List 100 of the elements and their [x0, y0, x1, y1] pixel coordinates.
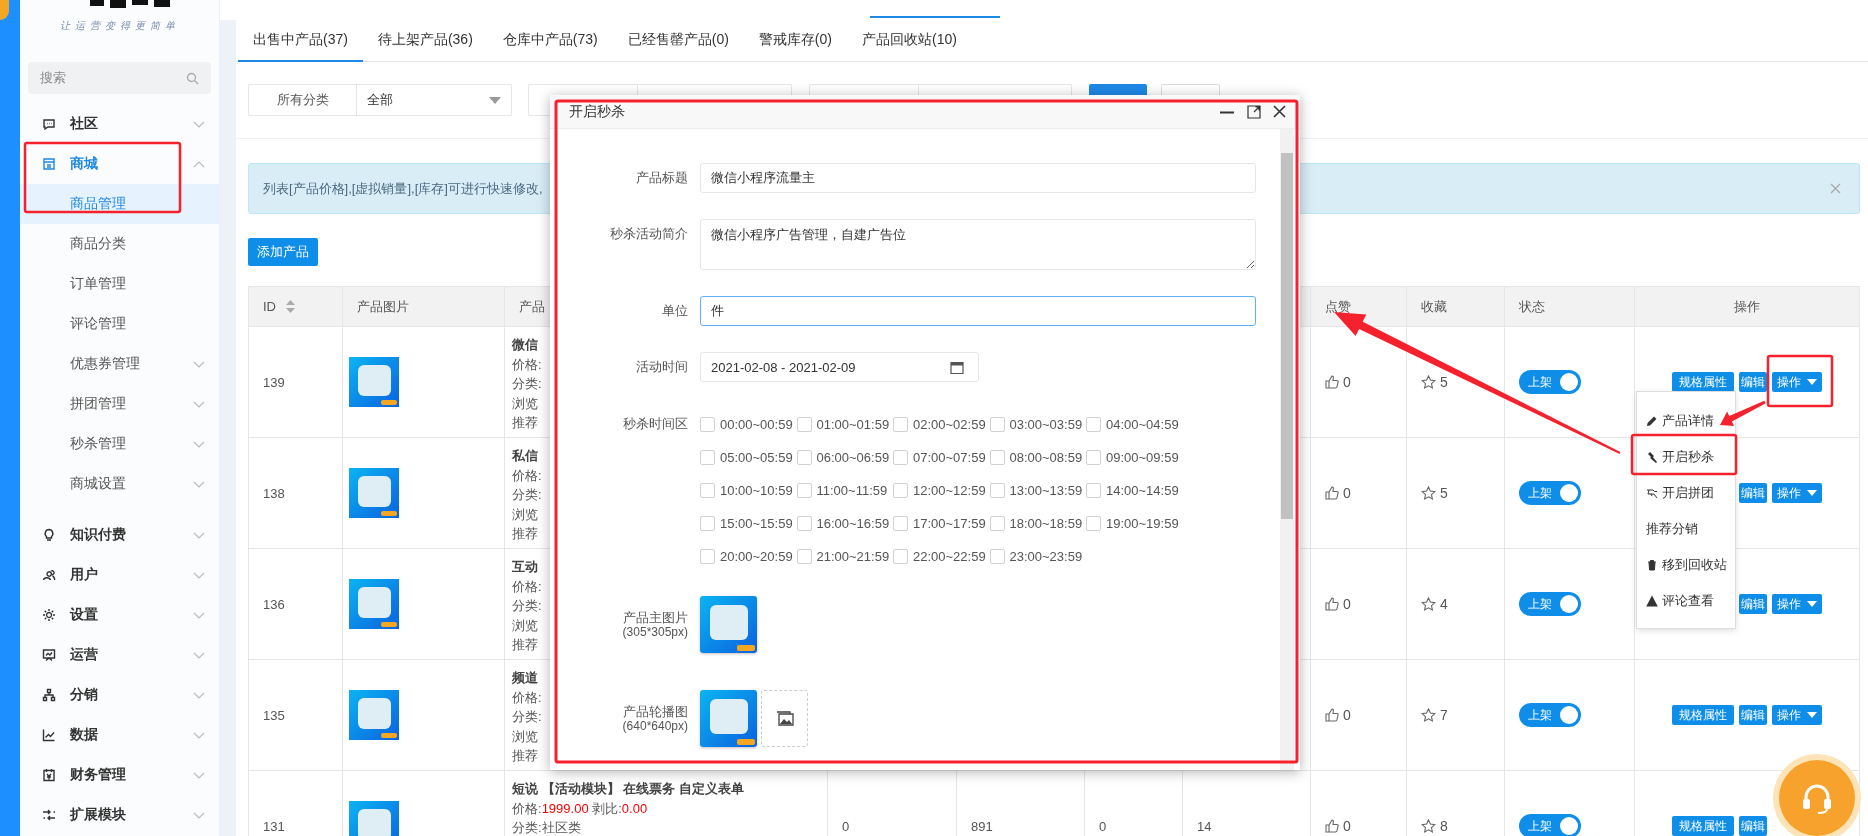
menu-item[interactable]: 社区 [20, 104, 219, 144]
menu-item[interactable]: 用户 [20, 555, 219, 595]
submenu-item[interactable]: 商品分类 [20, 224, 219, 264]
product-image [349, 579, 399, 629]
menu-item[interactable]: 评论查看 [1637, 583, 1735, 619]
star-icon[interactable] [1421, 485, 1436, 501]
thumbs-up-icon[interactable] [1325, 486, 1339, 500]
checkbox[interactable] [1086, 515, 1101, 531]
checkbox[interactable] [1086, 482, 1101, 498]
checkbox[interactable] [700, 548, 715, 564]
add-image-button[interactable] [761, 690, 808, 747]
checkbox[interactable] [1086, 449, 1101, 465]
submenu-item[interactable]: 商城设置 [20, 464, 219, 504]
checkbox[interactable] [989, 416, 1005, 432]
menu-item[interactable]: 推荐分销 [1637, 511, 1735, 547]
checkbox-label: 09:00~09:59 [1106, 449, 1179, 465]
menu-item[interactable]: 移到回收站 [1637, 547, 1735, 583]
checkbox[interactable] [989, 548, 1005, 564]
tab[interactable]: 待上架产品(36) [362, 20, 488, 62]
price-line: 价格:1999.00 剥比:0.00 [512, 799, 648, 818]
checkbox-label: 05:00~05:59 [720, 449, 793, 465]
field-label: 秒杀活动简介 [610, 225, 688, 243]
star-icon[interactable] [1421, 818, 1436, 834]
tab[interactable]: 仓库中产品(73) [487, 20, 613, 62]
product-info: 推荐 [512, 747, 538, 765]
favorite-count: 8 [1440, 818, 1448, 834]
column-header: ID [263, 299, 276, 314]
star-icon[interactable] [1421, 707, 1436, 723]
checkbox[interactable] [893, 449, 908, 465]
tab[interactable]: 警戒库存(0) [743, 20, 847, 62]
product-info: 浏览 [512, 394, 538, 413]
checkbox[interactable] [893, 416, 908, 432]
favorite-count: 5 [1440, 485, 1448, 501]
star-icon[interactable] [1421, 596, 1436, 612]
date-field[interactable]: 2021-02-08 - 2021-02-09 [700, 352, 979, 382]
checkbox[interactable] [893, 548, 908, 564]
category-select[interactable]: 全部 [357, 85, 511, 115]
thumbs-up-icon[interactable] [1325, 375, 1339, 389]
menu-item[interactable]: 产品详情 [1637, 403, 1735, 439]
table-cell: 891 [957, 771, 1085, 836]
menu-item[interactable]: 设置 [20, 595, 219, 635]
checkbox[interactable] [893, 482, 908, 498]
checkbox-label: 14:00~14:59 [1106, 482, 1179, 498]
menu-item[interactable]: 开启拼团 [1637, 475, 1735, 511]
thumbs-up-icon[interactable] [1325, 597, 1339, 611]
checkbox[interactable] [989, 515, 1005, 531]
text-field[interactable]: 件 [700, 296, 1256, 326]
thumbs-up-icon[interactable] [1325, 708, 1339, 722]
tab[interactable]: 已经售罄产品(0) [612, 20, 744, 62]
product-info: 分类: [512, 597, 542, 615]
checkbox[interactable] [700, 515, 715, 531]
checkbox[interactable] [989, 482, 1005, 498]
menu-item[interactable]: 开启秒杀 [1637, 439, 1735, 475]
menu-item[interactable]: 分销 [20, 675, 219, 715]
text-field[interactable]: 微信小程序流量主 [700, 163, 1256, 193]
like-count: 0 [1343, 818, 1351, 834]
menu-item[interactable]: 知识付费 [20, 515, 219, 555]
sort-icon[interactable] [286, 300, 295, 313]
table-cell: 0 [828, 771, 957, 836]
checkbox[interactable] [700, 482, 715, 498]
submenu-item[interactable]: 拼团管理 [20, 384, 219, 424]
checkbox[interactable] [989, 449, 1005, 465]
caret-icon [1807, 601, 1817, 607]
submenu-item[interactable]: 评论管理 [20, 304, 219, 344]
menu-item[interactable]: 扩展模块 [20, 795, 219, 835]
alert-text: 列表[产品价格],[虚拟销量],[库存]可进行快速修改, [263, 179, 543, 198]
checkbox[interactable] [796, 416, 812, 432]
maximize-icon[interactable] [1247, 104, 1261, 119]
settings-icon [42, 608, 56, 622]
field-label: 秒杀时间区 [623, 415, 688, 433]
submenu-item[interactable]: 秒杀管理 [20, 424, 219, 464]
menu-item[interactable]: 财务管理 [20, 755, 219, 795]
scrollbar[interactable] [1280, 129, 1294, 770]
checkbox[interactable] [700, 449, 715, 465]
menu-item[interactable]: 商城 [20, 144, 219, 184]
menu-item[interactable]: 数据 [20, 715, 219, 755]
menu-item[interactable]: 运营 [20, 635, 219, 675]
thumbs-up-icon[interactable] [1325, 819, 1339, 833]
column-header: 收藏 [1421, 297, 1447, 316]
checkbox[interactable] [893, 515, 908, 531]
product-info: 浏览 [512, 616, 538, 635]
submenu-item[interactable]: 优惠券管理 [20, 344, 219, 384]
checkbox-label: 17:00~17:59 [913, 515, 986, 531]
checkbox[interactable] [796, 449, 812, 465]
close-icon[interactable] [1273, 105, 1286, 118]
avatar-icon[interactable] [0, 0, 9, 20]
checkbox[interactable] [796, 548, 812, 564]
checkbox[interactable] [1086, 416, 1101, 432]
star-icon[interactable] [1421, 374, 1436, 390]
product-image [700, 690, 757, 747]
submenu-item[interactable]: 订单管理 [20, 264, 219, 304]
tab[interactable]: 出售中产品(37) [238, 20, 363, 62]
checkbox[interactable] [700, 416, 715, 432]
textarea-field[interactable]: 微信小程序广告管理，自建广告位 [700, 219, 1256, 270]
product-info: 推荐 [512, 636, 538, 654]
product-image [349, 690, 399, 740]
product-image [349, 357, 399, 407]
tab[interactable]: 产品回收站(10) [846, 20, 972, 62]
checkbox[interactable] [796, 515, 812, 531]
checkbox[interactable] [796, 482, 812, 498]
